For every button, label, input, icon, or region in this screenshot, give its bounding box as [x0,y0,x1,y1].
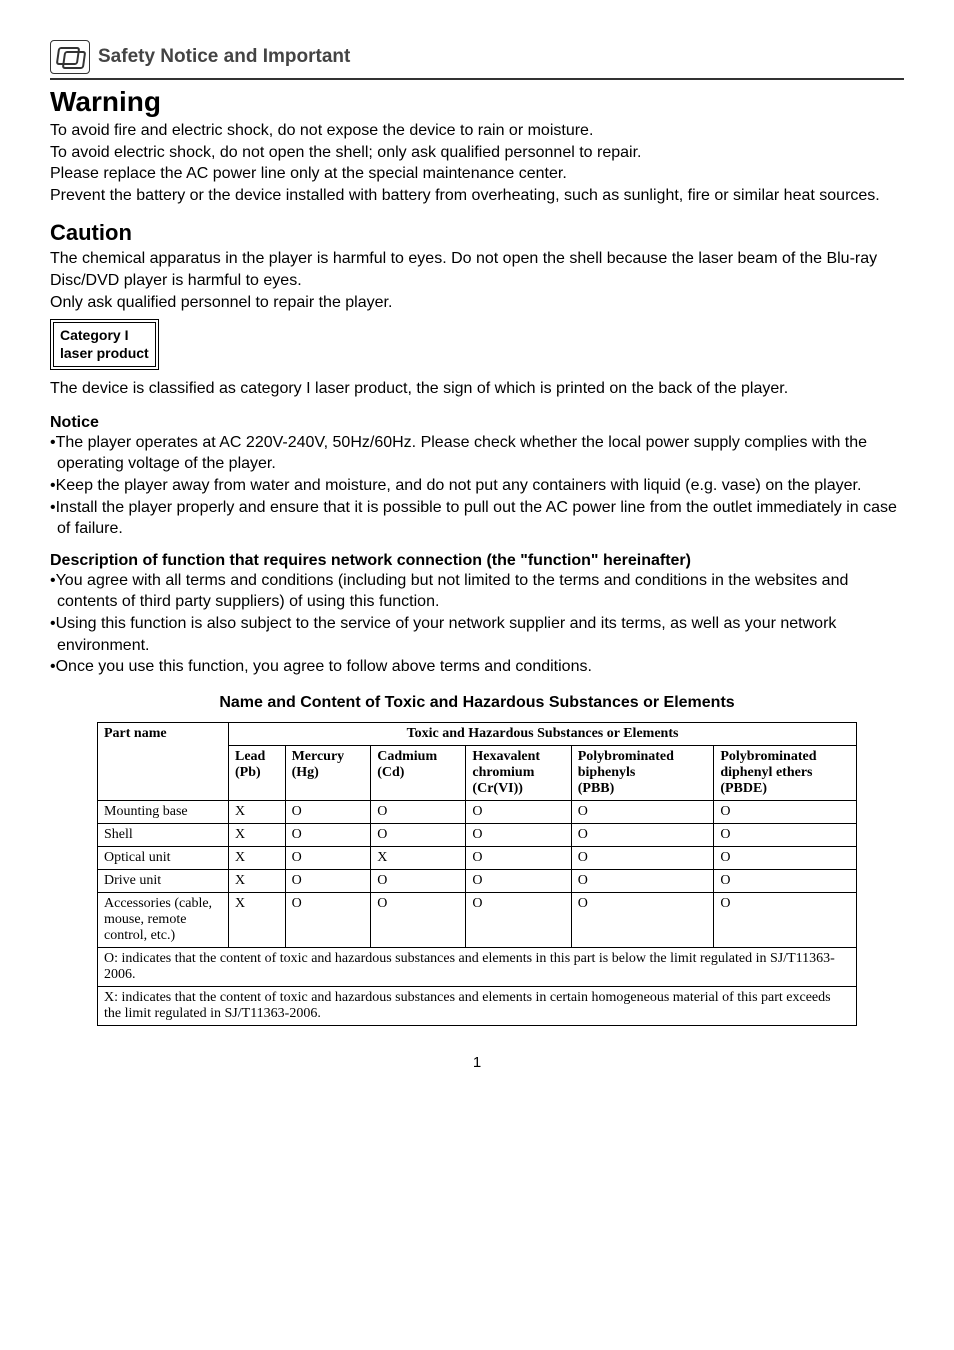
laser-box-line2: laser product [60,345,149,361]
cell: O [466,800,571,823]
divider [50,78,904,80]
cell: O [466,869,571,892]
col-pbb-l1: Polybrominated [578,749,674,764]
cell: Optical unit [98,846,229,869]
col-pbde-l1: Polybrominated [720,749,816,764]
warning-text-1: To avoid fire and electric shock, do not… [50,120,904,142]
col-part-name: Part name [98,722,229,800]
caution-text-2: Only ask qualified personnel to repair t… [50,292,904,314]
col-lead: Lead (Pb) [229,745,286,800]
col-mercury: Mercury (Hg) [285,745,371,800]
col-cadmium-l1: Cadmium [377,749,437,764]
col-toxic-header: Toxic and Hazardous Substances or Elemen… [229,722,857,745]
cell: O [714,823,857,846]
cell: Shell [98,823,229,846]
cell: O [714,846,857,869]
cell: X [229,823,286,846]
cell: O [371,800,466,823]
laser-box-line1: Category I [60,327,128,343]
warning-heading: Warning [50,86,904,118]
cell: O [714,800,857,823]
toxic-substances-table: Part name Toxic and Hazardous Substances… [97,722,857,1026]
table-row: Shell X O O O O O [98,823,857,846]
table-row: Accessories (cable, mouse, remote contro… [98,892,857,947]
col-cadmium-l2: (Cd) [377,765,404,780]
col-hex-l1: Hexavalent [472,749,540,764]
toxic-table-title: Name and Content of Toxic and Hazardous … [50,694,904,712]
cell: O [571,800,714,823]
table-footer-row: X: indicates that the content of toxic a… [98,986,857,1025]
col-hex-l3: (Cr(VI)) [472,781,523,796]
cell: Mounting base [98,800,229,823]
network-bullet-2: •Using this function is also subject to … [50,613,904,656]
col-pbde: Polybrominated diphenyl ethers (PBDE) [714,745,857,800]
cell: Drive unit [98,869,229,892]
cell: O [371,892,466,947]
table-footnote-o: O: indicates that the content of toxic a… [98,947,857,986]
cell: X [229,869,286,892]
cell: X [229,892,286,947]
network-bullet-3: •Once you use this function, you agree t… [50,656,904,678]
col-pbb-l3: (PBB) [578,781,615,796]
cell: O [285,846,371,869]
cell: X [371,846,466,869]
cell: O [571,846,714,869]
col-lead-l2: (Pb) [235,765,261,780]
col-pbb: Polybrominated biphenyls (PBB) [571,745,714,800]
col-pbde-l2: diphenyl ethers [720,765,812,780]
cell: O [285,869,371,892]
notice-heading: Notice [50,414,904,432]
cell: O [285,892,371,947]
cell: O [371,869,466,892]
cell: O [714,892,857,947]
cell: O [571,823,714,846]
col-hex-l2: chromium [472,765,534,780]
cell: X [229,800,286,823]
notice-bullet-1: •The player operates at AC 220V-240V, 50… [50,432,904,475]
caution-text-3: The device is classified as category I l… [50,378,904,400]
table-row: Optical unit X O X O O O [98,846,857,869]
notice-bullet-3: •Install the player properly and ensure … [50,497,904,540]
col-cadmium: Cadmium (Cd) [371,745,466,800]
caution-heading: Caution [50,220,904,246]
col-pbb-l2: biphenyls [578,765,636,780]
network-function-heading: Description of function that requires ne… [50,552,904,570]
table-row: Drive unit X O O O O O [98,869,857,892]
warning-text-3: Please replace the AC power line only at… [50,163,904,185]
col-pbde-l3: (PBDE) [720,781,767,796]
network-bullet-1: •You agree with all terms and conditions… [50,570,904,613]
table-footnote-x: X: indicates that the content of toxic a… [98,986,857,1025]
col-mercury-l1: Mercury [292,749,345,764]
safety-notice-icon [50,40,90,74]
cell: X [229,846,286,869]
cell: O [371,823,466,846]
cell: O [571,892,714,947]
warning-text-4: Prevent the battery or the device instal… [50,185,904,207]
col-mercury-l2: (Hg) [292,765,319,780]
warning-text-2: To avoid electric shock, do not open the… [50,142,904,164]
col-hexavalent: Hexavalent chromium (Cr(VI)) [466,745,571,800]
page-number: 1 [50,1054,904,1071]
cell: O [285,800,371,823]
cell: O [466,846,571,869]
table-row: Mounting base X O O O O O [98,800,857,823]
cell: O [714,869,857,892]
laser-product-box: Category I laser product [50,319,159,370]
cell: O [466,892,571,947]
notice-bullet-2: •Keep the player away from water and moi… [50,475,904,497]
table-footer-row: O: indicates that the content of toxic a… [98,947,857,986]
cell: O [466,823,571,846]
cell: Accessories (cable, mouse, remote contro… [98,892,229,947]
cell: O [285,823,371,846]
caution-text-1: The chemical apparatus in the player is … [50,248,904,291]
col-lead-l1: Lead [235,749,265,764]
section-title: Safety Notice and Important [98,46,350,68]
cell: O [571,869,714,892]
